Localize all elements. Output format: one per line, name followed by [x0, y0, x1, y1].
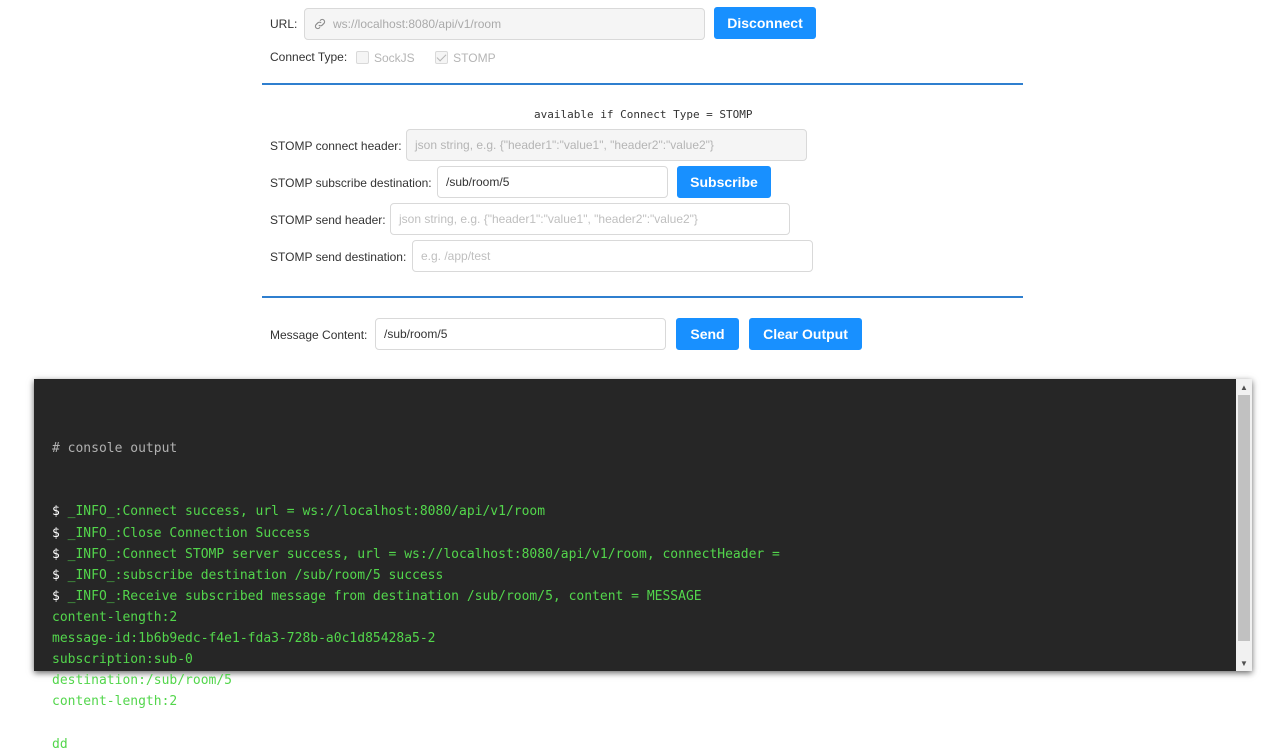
send-destination-input[interactable]: e.g. /app/test: [412, 240, 813, 272]
connect-type-label: Connect Type:: [270, 50, 348, 64]
sockjs-label: SockJS: [374, 50, 415, 65]
send-destination-placeholder: e.g. /app/test: [421, 249, 491, 263]
stomp-note: available if Connect Type = STOMP: [534, 108, 753, 121]
stomp-checkbox[interactable]: [435, 51, 449, 65]
console-line-text: dd: [52, 736, 68, 752]
console-line: subscription:sub-0: [52, 649, 780, 670]
console-line: content-length:2: [52, 691, 780, 712]
subscribe-button[interactable]: Subscribe: [677, 166, 771, 198]
scroll-down-arrow-icon[interactable]: ▼: [1236, 655, 1252, 671]
stomp-option[interactable]: STOMP: [435, 49, 496, 66]
console-text: # console output $ _INFO_:Connect succes…: [52, 396, 780, 755]
message-content-input[interactable]: /sub/room/5: [375, 318, 666, 350]
console-line: $ _INFO_:Connect STOMP server success, u…: [52, 544, 780, 565]
console-line: message-id:1b6b9edc-f4e1-fda3-728b-a0c1d…: [52, 628, 780, 649]
console-prompt: $: [52, 504, 68, 520]
console-prompt: $: [52, 546, 68, 562]
url-value: ws://localhost:8080/api/v1/room: [333, 17, 502, 31]
console-line: destination:/sub/room/5: [52, 670, 780, 691]
console-line-text: subscription:sub-0: [52, 652, 193, 668]
divider-bottom: [262, 296, 1023, 298]
connect-type-options: SockJS STOMP: [356, 49, 496, 67]
send-button[interactable]: Send: [676, 318, 739, 350]
url-field[interactable]: ws://localhost:8080/api/v1/room: [304, 8, 705, 40]
link-icon: [314, 18, 326, 30]
console-comment: # console output: [52, 441, 178, 457]
subscribe-destination-input[interactable]: /sub/room/5: [437, 166, 668, 198]
console-line-text: destination:/sub/room/5: [52, 673, 233, 689]
subscribe-destination-value: /sub/room/5: [446, 175, 510, 189]
send-header-label: STOMP send header:: [270, 213, 386, 227]
connect-header-placeholder: json string, e.g. {"header1":"value1", "…: [415, 138, 714, 152]
send-destination-label: STOMP send destination:: [270, 250, 407, 264]
clear-output-button[interactable]: Clear Output: [749, 318, 862, 350]
stomp-label: STOMP: [453, 50, 496, 65]
send-header-placeholder: json string, e.g. {"header1":"value1", "…: [399, 212, 698, 226]
scroll-up-arrow-icon[interactable]: ▲: [1236, 379, 1252, 395]
console-line: $ _INFO_:Close Connection Success: [52, 523, 780, 544]
console-line: content-length:2: [52, 607, 780, 628]
divider-top: [262, 83, 1023, 85]
console-line-text: message-id:1b6b9edc-f4e1-fda3-728b-a0c1d…: [52, 631, 436, 647]
console-line-text: _INFO_:subscribe destination /sub/room/5…: [67, 567, 444, 583]
connect-header-label: STOMP connect header:: [270, 139, 402, 153]
console-line-text: _INFO_:Close Connection Success: [67, 525, 311, 541]
console-line-text: content-length:2: [52, 694, 178, 710]
connect-header-input[interactable]: json string, e.g. {"header1":"value1", "…: [406, 129, 807, 161]
message-content-label: Message Content:: [270, 328, 368, 342]
send-header-input[interactable]: json string, e.g. {"header1":"value1", "…: [390, 203, 790, 235]
sockjs-checkbox[interactable]: [356, 51, 369, 65]
scroll-thumb[interactable]: [1238, 395, 1250, 641]
console-line-text: _INFO_:Connect STOMP server success, url…: [67, 546, 780, 562]
console-line-text: _INFO_:Receive subscribed message from d…: [67, 588, 702, 604]
console-line-text: _INFO_:Connect success, url = ws://local…: [67, 504, 546, 520]
console-prompt: $: [52, 567, 68, 583]
console-scrollbar[interactable]: ▲ ▼: [1236, 379, 1252, 671]
console-prompt: $: [52, 525, 68, 541]
console-line: dd: [52, 734, 780, 755]
subscribe-destination-label: STOMP subscribe destination:: [270, 176, 432, 190]
message-content-value: /sub/room/5: [384, 327, 448, 341]
url-label: URL:: [270, 17, 298, 31]
console-line-text: content-length:2: [52, 609, 178, 625]
console-line: $ _INFO_:Receive subscribed message from…: [52, 586, 780, 607]
console-line: $ _INFO_:Connect success, url = ws://loc…: [52, 501, 780, 522]
disconnect-button[interactable]: Disconnect: [714, 7, 816, 39]
console-output[interactable]: # console output $ _INFO_:Connect succes…: [34, 379, 1252, 752]
console-line: $ _INFO_:subscribe destination /sub/room…: [52, 565, 780, 586]
sockjs-option[interactable]: SockJS: [356, 49, 419, 66]
console-prompt: $: [52, 588, 68, 604]
